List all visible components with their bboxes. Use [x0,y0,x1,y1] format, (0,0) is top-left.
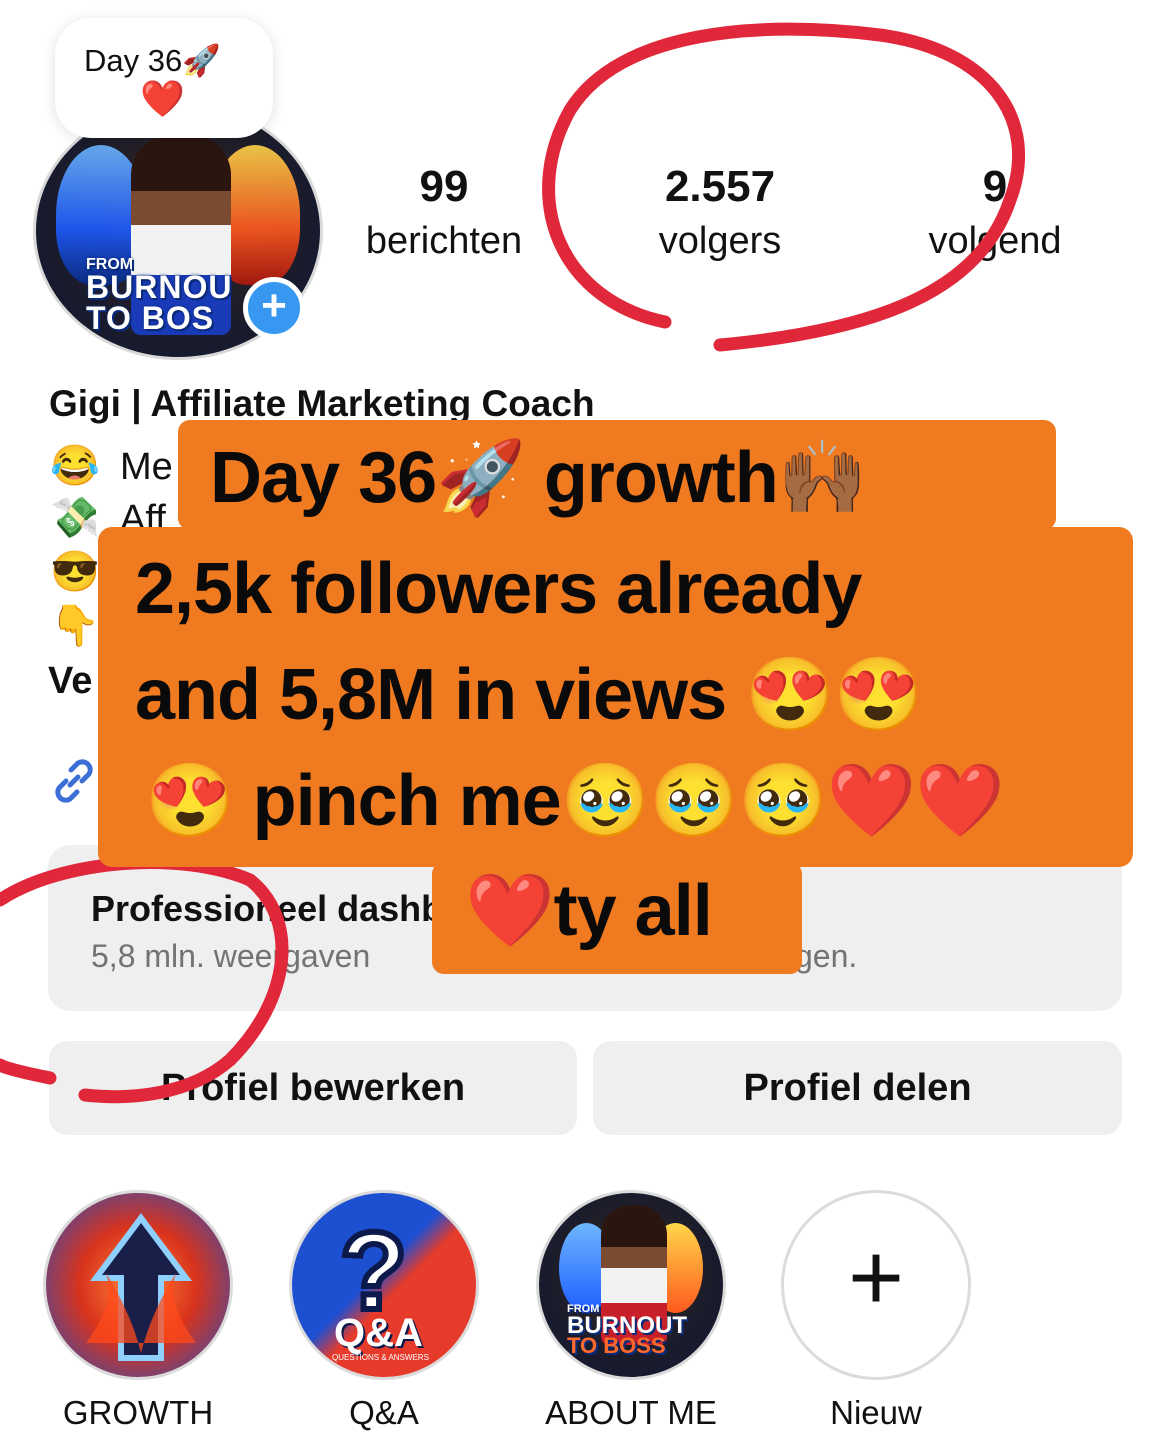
caption-line-3: and 5,8M in views 😍😍 [135,655,924,735]
caption-line-4: 😍 pinch me🥹🥹🥹❤️❤️ [145,761,1005,841]
caption-line-1: Day 36🚀 growth🙌🏾 [210,438,867,518]
views-highlight-circle [0,856,289,1104]
caption-line-2: 2,5k followers already [135,549,862,629]
followers-highlight-circle [542,22,1026,352]
caption-line-5: ❤️ty all [465,871,713,951]
